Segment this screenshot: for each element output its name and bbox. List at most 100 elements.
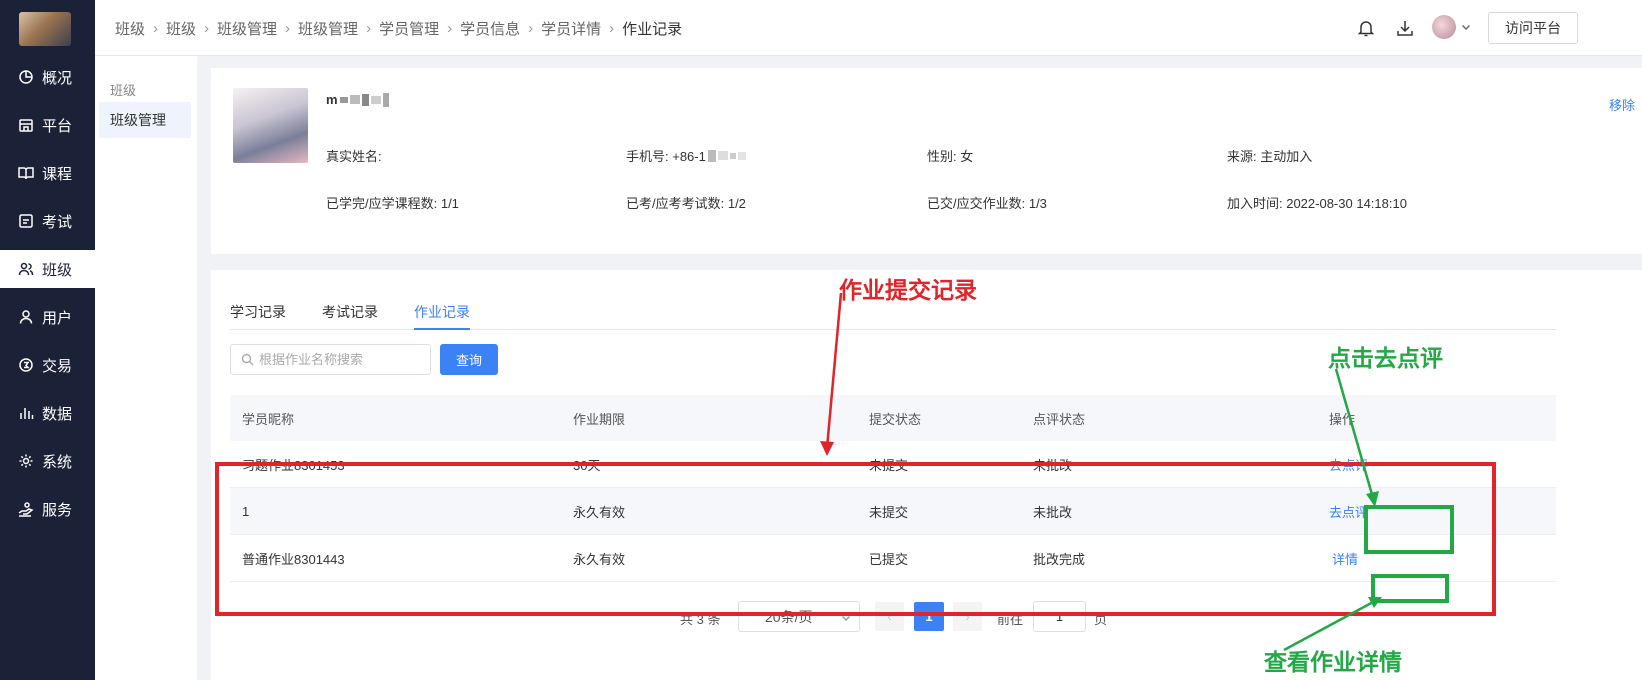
chevron-down-icon xyxy=(842,616,850,621)
page-unit-label: 页 xyxy=(1094,612,1108,627)
sidebar-item-users[interactable]: 用户 xyxy=(0,298,95,336)
search-icon xyxy=(241,353,254,366)
table-row: 1 永久有效 未提交 未批改 去点评 xyxy=(230,488,1556,535)
open-book-icon xyxy=(18,167,34,180)
sidebar-item-label: 课程 xyxy=(42,165,73,183)
homework-deadline: 30天 xyxy=(573,457,601,473)
tab-homework-records[interactable]: 作业记录 xyxy=(414,302,470,330)
review-link[interactable]: 去点评 xyxy=(1329,488,1368,534)
bar-chart-icon xyxy=(20,408,34,419)
detail-link[interactable]: 详情 xyxy=(1332,535,1358,581)
avatar[interactable] xyxy=(1432,15,1456,39)
transaction-icon xyxy=(19,358,33,372)
exam-icon xyxy=(19,214,33,228)
annotation-submission-record: 作业提交记录 xyxy=(839,278,977,303)
pagination-total: 共 3 条 xyxy=(680,612,721,627)
table-row: 普通作业8301443 永久有效 已提交 批改完成 详情 xyxy=(230,535,1556,582)
student-info-card: m 移除 真实姓名: 手机号: +86-1 性别: 女 来源: 主动加入 已学完… xyxy=(211,68,1642,254)
homework-name: 1 xyxy=(242,503,250,519)
sidebar-item-label: 服务 xyxy=(42,501,73,519)
column-header: 点评状态 xyxy=(1033,411,1086,427)
sidebar-item-exams[interactable]: 考试 xyxy=(0,202,95,240)
current-page[interactable]: 1 xyxy=(914,602,944,631)
column-header: 作业期限 xyxy=(573,411,626,427)
sidebar-item-courses[interactable]: 课程 xyxy=(0,154,95,192)
tab-study-records[interactable]: 学习记录 xyxy=(230,302,286,330)
review-status: 批改完成 xyxy=(1033,551,1086,567)
next-page-button[interactable]: › xyxy=(953,602,982,631)
page-size-select[interactable]: 20条/页 xyxy=(738,601,860,632)
homework-progress-field: 已交/应交作业数: 1/3 xyxy=(927,196,1047,211)
users-icon xyxy=(18,262,34,276)
student-photo xyxy=(233,88,308,163)
student-name: m xyxy=(326,92,389,107)
bell-icon[interactable] xyxy=(1356,18,1376,38)
download-icon[interactable] xyxy=(1395,18,1415,38)
table-row: 习题作业8301453 30天 未提交 未批改 去点评 xyxy=(230,441,1556,488)
breadcrumb-item[interactable]: 学员信息 xyxy=(460,18,520,39)
tab-exam-records[interactable]: 考试记录 xyxy=(322,302,378,330)
service-icon xyxy=(18,502,34,517)
storefront-icon xyxy=(19,119,33,132)
column-header: 操作 xyxy=(1329,411,1356,427)
homework-search-box[interactable] xyxy=(230,344,431,375)
submit-status: 未提交 xyxy=(869,457,909,473)
breadcrumb-item[interactable]: 学员管理 xyxy=(379,18,439,39)
remove-student-link[interactable]: 移除 xyxy=(1609,95,1635,114)
chevron-down-icon[interactable] xyxy=(1461,22,1471,32)
prev-page-button[interactable]: ‹ xyxy=(875,602,904,631)
exams-progress-field: 已考/应考考试数: 1/2 xyxy=(626,196,746,211)
sidebar-item-data[interactable]: 数据 xyxy=(0,394,95,432)
top-header: 班级 › 班级 › 班级管理 › 班级管理 › 学员管理 › 学员信息 › 学员详情 › 作业… xyxy=(95,0,1642,56)
sidebar-item-label: 交易 xyxy=(42,357,73,375)
sidebar-item-classes[interactable]: 班级 xyxy=(0,250,95,288)
real-name-field: 真实姓名: xyxy=(326,149,382,164)
breadcrumb-item[interactable]: 班级管理 xyxy=(298,18,358,39)
sidebar-item-label: 考试 xyxy=(42,213,73,231)
sidebar-item-platform[interactable]: 平台 xyxy=(0,106,95,144)
join-time-field: 加入时间: 2022-08-30 14:18:10 xyxy=(1227,196,1407,211)
annotation-view-detail: 查看作业详情 xyxy=(1264,650,1402,675)
visit-platform-button[interactable]: 访问平台 xyxy=(1488,12,1578,44)
sidebar-item-label: 用户 xyxy=(42,309,73,327)
breadcrumb-item[interactable]: 班级管理 xyxy=(217,18,277,39)
table-header: 学员昵称 作业期限 提交状态 点评状态 操作 xyxy=(230,395,1556,441)
secondary-sidebar: 班级 班级管理 xyxy=(95,56,197,680)
review-status: 未批改 xyxy=(1033,504,1073,520)
breadcrumb-item[interactable]: 班级 xyxy=(115,18,145,39)
sidebar-item-overview[interactable]: 概况 xyxy=(0,58,95,96)
goto-label: 前往 xyxy=(997,612,1024,627)
subnav-item-class-management[interactable]: 班级管理 xyxy=(99,102,191,138)
sidebar-item-service[interactable]: 服务 xyxy=(0,490,95,528)
goto-page-input[interactable] xyxy=(1033,601,1086,632)
review-link[interactable]: 去点评 xyxy=(1329,441,1368,487)
query-button[interactable]: 查询 xyxy=(440,344,498,375)
homework-name: 普通作业8301443 xyxy=(242,551,345,567)
search-input[interactable] xyxy=(259,352,429,367)
homework-deadline: 永久有效 xyxy=(573,551,626,567)
pie-chart-icon xyxy=(19,70,33,84)
submit-status: 未提交 xyxy=(869,504,909,520)
sidebar-item-label: 概况 xyxy=(42,69,73,87)
main-sidebar: 概况 平台 课程 考试 班级 用户 交易 数据 系统 服务 xyxy=(0,0,95,680)
brand-logo[interactable] xyxy=(19,12,71,46)
source-field: 来源: 主动加入 xyxy=(1227,149,1313,164)
sidebar-item-system[interactable]: 系统 xyxy=(0,442,95,480)
breadcrumb-item[interactable]: 班级 xyxy=(166,18,196,39)
homework-name: 习题作业8301453 xyxy=(242,457,345,473)
gear-icon xyxy=(19,454,33,468)
breadcrumb: 班级 › 班级 › 班级管理 › 班级管理 › 学员管理 › 学员信息 › 学员详情 › 作业… xyxy=(115,18,683,39)
records-card: 学习记录 考试记录 作业记录 查询 学员昵称 作业期限 提交状态 点评状态 操作… xyxy=(211,270,1642,680)
user-icon xyxy=(19,310,33,324)
sidebar-item-label: 系统 xyxy=(42,453,73,471)
subnav-group-label: 班级 xyxy=(110,83,137,98)
sidebar-item-label: 平台 xyxy=(42,117,73,135)
sidebar-item-transactions[interactable]: 交易 xyxy=(0,346,95,384)
sidebar-item-label: 班级 xyxy=(42,261,73,279)
review-status: 未批改 xyxy=(1033,457,1073,473)
submit-status: 已提交 xyxy=(869,551,909,567)
annotation-click-review: 点击去点评 xyxy=(1328,346,1443,371)
sidebar-item-label: 数据 xyxy=(42,405,73,423)
column-header: 学员昵称 xyxy=(242,411,295,427)
breadcrumb-item[interactable]: 学员详情 xyxy=(541,18,601,39)
